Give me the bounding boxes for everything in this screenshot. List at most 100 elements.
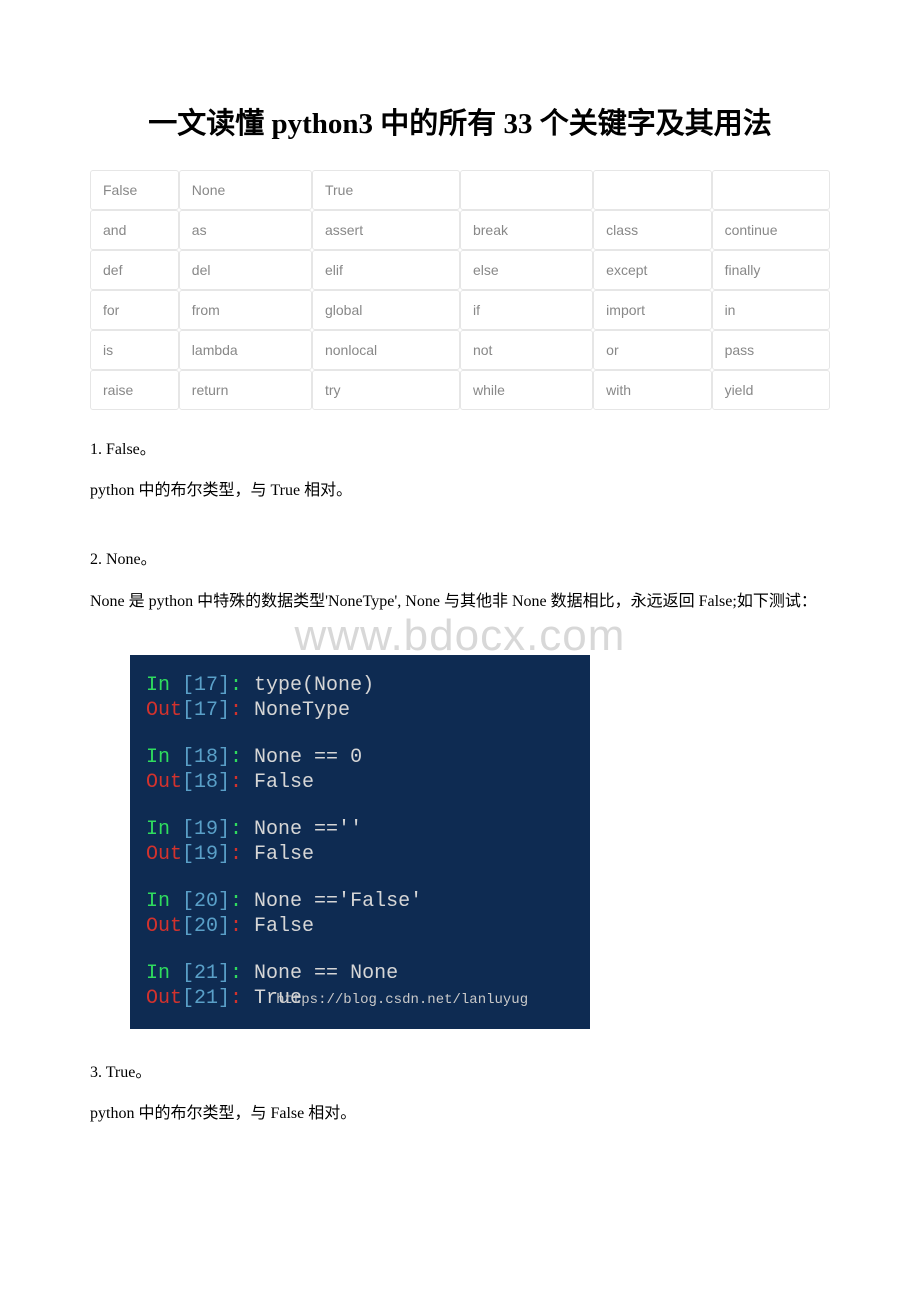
- keyword-cell: global: [312, 290, 460, 330]
- keyword-cell: class: [593, 210, 711, 250]
- in-number: [18]: [182, 746, 230, 769]
- keyword-cell: in: [712, 290, 830, 330]
- keyword-table-body: FalseNoneTrueandasassertbreakclasscontin…: [90, 170, 830, 410]
- keyword-cell: if: [460, 290, 593, 330]
- keyword-cell: continue: [712, 210, 830, 250]
- terminal-blank-line: [146, 795, 574, 817]
- out-label: Out: [146, 843, 182, 866]
- keyword-cell: with: [593, 370, 711, 410]
- in-number: [17]: [182, 674, 230, 697]
- terminal-in-line: In [18]: None == 0: [146, 745, 574, 770]
- in-number: [19]: [182, 818, 230, 841]
- keyword-cell: [593, 170, 711, 210]
- document-page: 一文读懂 python3 中的所有 33 个关键字及其用法 FalseNoneT…: [0, 0, 920, 1201]
- out-number: [20]: [182, 915, 230, 938]
- keyword-cell: for: [90, 290, 179, 330]
- out-number: [18]: [182, 771, 230, 794]
- out-label: Out: [146, 699, 182, 722]
- in-colon: :: [230, 746, 254, 769]
- keyword-cell: not: [460, 330, 593, 370]
- keyword-cell: from: [179, 290, 312, 330]
- terminal-out-line: Out[20]: False: [146, 914, 574, 939]
- in-number: [20]: [182, 890, 230, 913]
- page-title: 一文读懂 python3 中的所有 33 个关键字及其用法: [90, 100, 830, 142]
- keyword-cell: raise: [90, 370, 179, 410]
- terminal-out-line: Out[21]: Truehttps://blog.csdn.net/lanlu…: [146, 986, 574, 1011]
- keyword-cell: and: [90, 210, 179, 250]
- in-command: None == 0: [254, 746, 362, 769]
- in-colon: :: [230, 890, 254, 913]
- in-colon: :: [230, 962, 254, 985]
- out-result: NoneType: [254, 699, 350, 722]
- terminal-block: In [17]: type(None)Out[17]: NoneTypeIn […: [130, 655, 590, 1029]
- terminal-url-overlay: https://blog.csdn.net/lanluyug: [276, 992, 528, 1008]
- out-colon: :: [230, 699, 254, 722]
- out-result: False: [254, 915, 314, 938]
- table-row: FalseNoneTrue: [90, 170, 830, 210]
- out-number: [21]: [182, 987, 230, 1010]
- keyword-table: FalseNoneTrueandasassertbreakclasscontin…: [90, 170, 830, 410]
- out-colon: :: [230, 771, 254, 794]
- in-label: In: [146, 962, 182, 985]
- in-number: [21]: [182, 962, 230, 985]
- out-colon: :: [230, 987, 254, 1010]
- keyword-cell: finally: [712, 250, 830, 290]
- in-label: In: [146, 746, 182, 769]
- terminal-in-line: In [19]: None =='': [146, 817, 574, 842]
- in-command: None =='False': [254, 890, 422, 913]
- keyword-cell: or: [593, 330, 711, 370]
- keyword-cell: as: [179, 210, 312, 250]
- keyword-cell: is: [90, 330, 179, 370]
- table-row: forfromglobalifimportin: [90, 290, 830, 330]
- out-number: [19]: [182, 843, 230, 866]
- out-colon: :: [230, 843, 254, 866]
- terminal-blank-line: [146, 939, 574, 961]
- out-number: [17]: [182, 699, 230, 722]
- keyword-cell: def: [90, 250, 179, 290]
- table-row: islambdanonlocalnotorpass: [90, 330, 830, 370]
- keyword-cell: [712, 170, 830, 210]
- in-colon: :: [230, 674, 254, 697]
- in-command: None =='': [254, 818, 362, 841]
- section-3-title: 3. True。: [90, 1059, 830, 1086]
- watermark-text: www.bdocx.com: [90, 611, 830, 661]
- terminal-in-line: In [20]: None =='False': [146, 889, 574, 914]
- in-label: In: [146, 818, 182, 841]
- out-colon: :: [230, 915, 254, 938]
- keyword-cell: lambda: [179, 330, 312, 370]
- keyword-cell: yield: [712, 370, 830, 410]
- in-label: In: [146, 674, 182, 697]
- terminal-in-line: In [21]: None == None: [146, 961, 574, 986]
- keyword-cell: try: [312, 370, 460, 410]
- terminal-blank-line: [146, 867, 574, 889]
- out-result: False: [254, 771, 314, 794]
- keyword-cell: else: [460, 250, 593, 290]
- spacer: [90, 518, 830, 536]
- terminal-out-line: Out[18]: False: [146, 770, 574, 795]
- keyword-cell: nonlocal: [312, 330, 460, 370]
- keyword-cell: del: [179, 250, 312, 290]
- terminal-out-line: Out[17]: NoneType: [146, 698, 574, 723]
- table-row: defdelelifelseexceptfinally: [90, 250, 830, 290]
- table-row: raisereturntrywhilewithyield: [90, 370, 830, 410]
- keyword-cell: True: [312, 170, 460, 210]
- out-label: Out: [146, 987, 182, 1010]
- terminal-out-line: Out[19]: False: [146, 842, 574, 867]
- terminal-blank-line: [146, 723, 574, 745]
- section-1-title: 1. False。: [90, 436, 830, 463]
- keyword-cell: None: [179, 170, 312, 210]
- keyword-cell: elif: [312, 250, 460, 290]
- keyword-cell: except: [593, 250, 711, 290]
- keyword-cell: pass: [712, 330, 830, 370]
- section-2-title: 2. None。: [90, 546, 830, 573]
- section-1-body: python 中的布尔类型，与 True 相对。: [90, 477, 830, 504]
- section-3-body: python 中的布尔类型，与 False 相对。: [90, 1100, 830, 1127]
- keyword-cell: assert: [312, 210, 460, 250]
- terminal-in-line: In [17]: type(None): [146, 673, 574, 698]
- keyword-cell: import: [593, 290, 711, 330]
- out-result: False: [254, 843, 314, 866]
- keyword-cell: False: [90, 170, 179, 210]
- keyword-cell: return: [179, 370, 312, 410]
- out-label: Out: [146, 915, 182, 938]
- in-label: In: [146, 890, 182, 913]
